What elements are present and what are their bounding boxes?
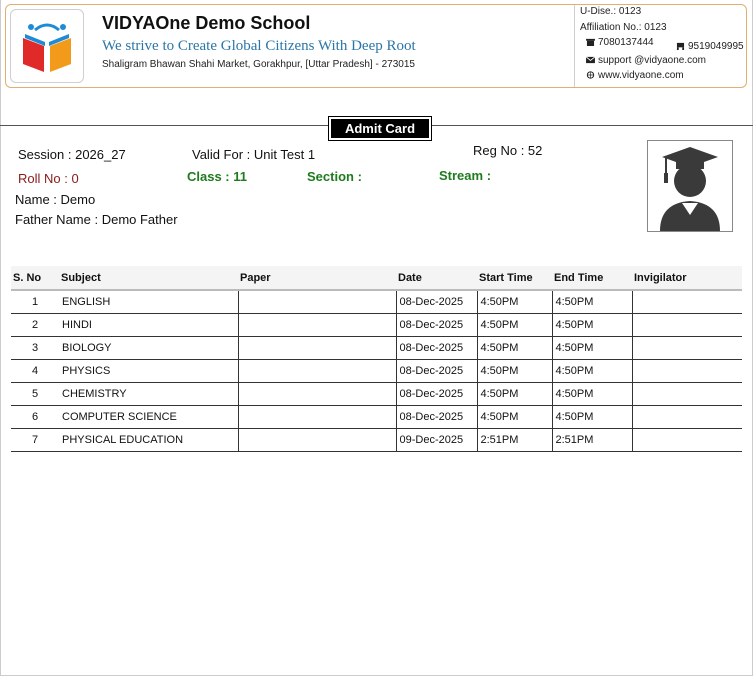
cell-end: 4:50PM	[552, 359, 633, 383]
cell-sn: 6	[11, 405, 59, 429]
cell-paper	[238, 336, 397, 360]
table-row: 2 HINDI 08-Dec-2025 4:50PM 4:50PM	[11, 313, 742, 337]
cell-invigilator	[632, 428, 742, 452]
student-photo	[647, 140, 733, 232]
cell-end: 4:50PM	[552, 290, 633, 314]
father-name-label: Father Name : Demo Father	[15, 212, 178, 227]
cell-end: 4:50PM	[552, 313, 633, 337]
cell-date: 08-Dec-2025	[396, 313, 478, 337]
cell-invigilator	[632, 290, 742, 314]
cell-start: 4:50PM	[477, 405, 553, 429]
cell-paper	[238, 382, 397, 406]
cell-subject: BIOLOGY	[59, 336, 239, 360]
cell-subject: COMPUTER SCIENCE	[59, 405, 239, 429]
cell-start: 4:50PM	[477, 313, 553, 337]
cell-paper	[238, 290, 397, 314]
cell-end: 4:50PM	[552, 382, 633, 406]
email-text: support @vidyaone.com	[598, 55, 706, 66]
cell-end: 4:50PM	[552, 405, 633, 429]
col-invigilator: Invigilator	[632, 266, 742, 291]
affiliation-text: Affiliation No.: 0123	[580, 22, 667, 33]
header-divider	[574, 5, 575, 87]
table-row: 4 PHYSICS 08-Dec-2025 4:50PM 4:50PM	[11, 359, 742, 383]
roll-no-label: Roll No : 0	[18, 171, 79, 186]
col-paper: Paper	[238, 266, 396, 291]
table-row: 3 BIOLOGY 08-Dec-2025 4:50PM 4:50PM	[11, 336, 742, 360]
table-header-row: S. No Subject Paper Date Start Time End …	[11, 266, 742, 291]
cell-sn: 1	[11, 290, 59, 314]
mobile-row: 9519049995	[676, 41, 744, 52]
class-label: Class : 11	[187, 169, 247, 184]
landline-row: 7080137444	[586, 37, 654, 48]
book-logo-icon	[23, 23, 71, 72]
school-logo	[10, 9, 84, 83]
student-name-label: Name : Demo	[15, 192, 96, 207]
email-icon	[586, 56, 595, 64]
cell-paper	[238, 428, 397, 452]
exam-schedule-table: S. No Subject Paper Date Start Time End …	[11, 266, 742, 452]
cell-date: 08-Dec-2025	[396, 290, 478, 314]
web-icon	[586, 71, 595, 80]
cell-subject: PHYSICS	[59, 359, 239, 383]
col-subject: Subject	[59, 266, 238, 291]
cell-paper	[238, 313, 397, 337]
section-label: Section :	[307, 169, 362, 184]
cell-paper	[238, 359, 397, 383]
cell-subject: PHYSICAL EDUCATION	[59, 428, 239, 452]
website-text: www.vidyaone.com	[598, 70, 684, 81]
cell-invigilator	[632, 336, 742, 360]
table-row: 5 CHEMISTRY 08-Dec-2025 4:50PM 4:50PM	[11, 382, 742, 406]
cell-date: 09-Dec-2025	[396, 428, 478, 452]
cell-sn: 5	[11, 382, 59, 406]
cell-subject: HINDI	[59, 313, 239, 337]
cell-date: 08-Dec-2025	[396, 336, 478, 360]
session-label: Session : 2026_27	[18, 147, 126, 162]
cell-subject: CHEMISTRY	[59, 382, 239, 406]
cell-sn: 4	[11, 359, 59, 383]
cell-start: 4:50PM	[477, 359, 553, 383]
cell-start: 2:51PM	[477, 428, 553, 452]
table-row: 1 ENGLISH 08-Dec-2025 4:50PM 4:50PM	[11, 290, 742, 314]
landline-icon	[586, 39, 595, 47]
email-row: support @vidyaone.com	[586, 55, 706, 66]
table-row: 7 PHYSICAL EDUCATION 09-Dec-2025 2:51PM 2:51…	[11, 428, 742, 452]
phone2-text: 9519049995	[688, 41, 744, 52]
cell-start: 4:50PM	[477, 382, 553, 406]
cell-date: 08-Dec-2025	[396, 359, 478, 383]
website-row: www.vidyaone.com	[586, 70, 684, 81]
cell-invigilator	[632, 359, 742, 383]
cell-invigilator	[632, 382, 742, 406]
student-silhouette-icon	[660, 147, 720, 231]
udise-text: U-Dise.: 0123	[580, 6, 642, 17]
valid-for-label: Valid For : Unit Test 1	[192, 147, 316, 162]
school-name: VIDYAOne Demo School	[102, 13, 311, 33]
cell-invigilator	[632, 405, 742, 429]
cell-sn: 7	[11, 428, 59, 452]
cell-date: 08-Dec-2025	[396, 382, 478, 406]
phone1-text: 7080137444	[598, 37, 654, 48]
cell-sn: 3	[11, 336, 59, 360]
col-start-time: Start Time	[477, 266, 552, 291]
school-tagline: We strive to Create Global Citizens With…	[102, 38, 416, 54]
cell-paper	[238, 405, 397, 429]
admit-card-title: Admit Card	[329, 117, 431, 140]
cell-start: 4:50PM	[477, 290, 553, 314]
col-date: Date	[396, 266, 477, 291]
cell-subject: ENGLISH	[59, 290, 239, 314]
cell-invigilator	[632, 313, 742, 337]
reg-no-label: Reg No : 52	[473, 143, 543, 158]
school-header: VIDYAOne Demo School We strive to Create…	[5, 4, 747, 88]
col-end-time: End Time	[552, 266, 632, 291]
stream-label: Stream :	[439, 168, 492, 183]
cell-sn: 2	[11, 313, 59, 337]
cell-date: 08-Dec-2025	[396, 405, 478, 429]
cell-end: 2:51PM	[552, 428, 633, 452]
col-sno: S. No	[11, 266, 59, 291]
cell-start: 4:50PM	[477, 336, 553, 360]
phone-icon	[676, 43, 685, 51]
school-address: Shaligram Bhawan Shahi Market, Gorakhpur…	[102, 59, 415, 70]
cell-end: 4:50PM	[552, 336, 633, 360]
table-row: 6 COMPUTER SCIENCE 08-Dec-2025 4:50PM 4:50PM	[11, 405, 742, 429]
